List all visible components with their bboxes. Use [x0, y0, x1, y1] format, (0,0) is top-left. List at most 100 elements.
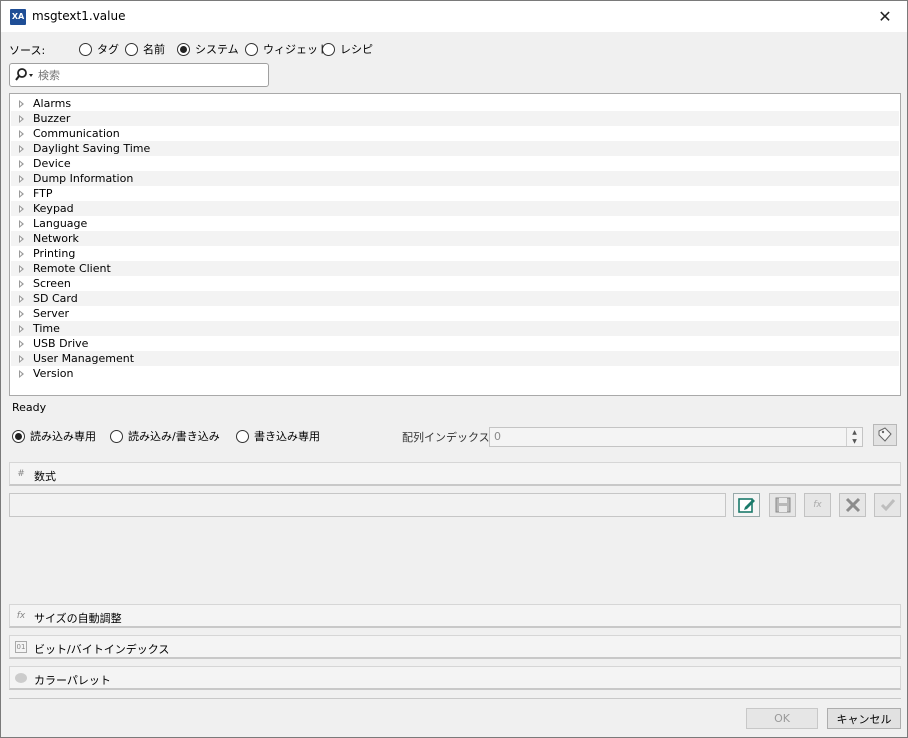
search-icon[interactable]	[14, 67, 36, 83]
expand-arrow-icon[interactable]	[19, 189, 24, 198]
tree-item[interactable]: Version	[11, 366, 899, 381]
tree-item[interactable]: User Management	[11, 351, 899, 366]
expand-arrow-icon[interactable]	[19, 234, 24, 243]
source-radio-name[interactable]: 名前	[125, 41, 165, 57]
expand-arrow-icon[interactable]	[19, 204, 24, 213]
tree-item[interactable]: Communication	[11, 126, 899, 141]
tree-item[interactable]: Remote Client	[11, 261, 899, 276]
access-radio-read-write[interactable]: 読み込み/書き込み	[110, 428, 220, 444]
tree-item[interactable]: Server	[11, 306, 899, 321]
edit-button[interactable]	[733, 493, 760, 517]
expand-arrow-icon[interactable]	[19, 249, 24, 258]
search-box[interactable]	[9, 63, 269, 87]
cancel-button[interactable]: キャンセル	[827, 708, 901, 729]
tree-item[interactable]: Keypad	[11, 201, 899, 216]
tree-item-label: User Management	[33, 352, 135, 365]
expand-arrow-icon[interactable]	[19, 354, 24, 363]
function-icon: fx	[813, 500, 822, 510]
tree-item[interactable]: Alarms	[11, 96, 899, 111]
apply-button[interactable]	[874, 493, 901, 517]
tree-item[interactable]: Network	[11, 231, 899, 246]
expand-arrow-icon[interactable]	[19, 279, 24, 288]
tree-item-label: Buzzer	[33, 112, 71, 125]
radio-dot-selected	[12, 429, 25, 443]
source-radio-tag[interactable]: タグ	[79, 41, 119, 57]
app-icon: XA	[10, 9, 26, 25]
tree-item[interactable]: Screen	[11, 276, 899, 291]
tree-item-label: Keypad	[33, 202, 74, 215]
title-bar: XA msgtext1.value ✕	[1, 1, 907, 32]
tree-item-label: Daylight Saving Time	[33, 142, 151, 155]
expand-arrow-icon[interactable]	[19, 159, 24, 168]
radio-dot-selected	[177, 42, 190, 56]
tree-item[interactable]: Daylight Saving Time	[11, 141, 899, 156]
radio-label: 名前	[143, 43, 165, 56]
expand-arrow-icon[interactable]	[19, 264, 24, 273]
search-input[interactable]	[38, 66, 264, 84]
close-button[interactable]: ✕	[863, 1, 907, 32]
tree-item-label: FTP	[33, 187, 53, 200]
access-mode-row: 読み込み専用 読み込み/書き込み 書き込み専用 配列インデックス: 0 ▲ ▼	[12, 424, 897, 447]
expand-arrow-icon[interactable]	[19, 174, 24, 183]
radio-label: システム	[195, 43, 239, 56]
spin-buttons[interactable]: ▲ ▼	[846, 428, 862, 446]
radio-label: ウィジェット	[263, 43, 329, 56]
tree-item[interactable]: FTP	[11, 186, 899, 201]
array-index-spinbox[interactable]: 0 ▲ ▼	[489, 427, 863, 447]
expand-arrow-icon[interactable]	[19, 99, 24, 108]
tree-item-label: Network	[33, 232, 79, 245]
tag-button[interactable]	[873, 424, 897, 446]
formula-input[interactable]	[9, 493, 726, 517]
color-palette-section-header[interactable]: カラーパレット	[9, 666, 901, 690]
tree-item[interactable]: Dump Information	[11, 171, 899, 186]
tree-item[interactable]: Language	[11, 216, 899, 231]
tree-item[interactable]: Buzzer	[11, 111, 899, 126]
expand-arrow-icon[interactable]	[19, 324, 24, 333]
source-radio-system[interactable]: システム	[177, 41, 239, 57]
access-radio-write-only[interactable]: 書き込み専用	[236, 428, 320, 444]
delete-icon	[845, 497, 860, 513]
array-index-label: 配列インデックス:	[402, 431, 494, 444]
radio-label: 読み込み/書き込み	[128, 430, 220, 443]
tree-item[interactable]: Printing	[11, 246, 899, 261]
tree-item[interactable]: SD Card	[11, 291, 899, 306]
window-title: msgtext1.value	[32, 9, 126, 23]
radio-dot	[125, 42, 138, 56]
palette-icon	[15, 673, 27, 683]
section-title: 数式	[34, 470, 56, 483]
access-radio-read-only[interactable]: 読み込み専用	[12, 428, 96, 444]
section-title: カラーパレット	[34, 674, 111, 687]
tree-item[interactable]: USB Drive	[11, 336, 899, 351]
spin-up-icon[interactable]: ▲	[847, 428, 862, 437]
bit-byte-index-section-header[interactable]: 01 ビット/バイトインデックス	[9, 635, 901, 659]
tree-item[interactable]: Time	[11, 321, 899, 336]
source-radio-widget[interactable]: ウィジェット	[245, 41, 329, 57]
expand-arrow-icon[interactable]	[19, 339, 24, 348]
tree-item[interactable]: Device	[11, 156, 899, 171]
expand-arrow-icon[interactable]	[19, 294, 24, 303]
spin-down-icon[interactable]: ▼	[847, 437, 862, 446]
expand-arrow-icon[interactable]	[19, 114, 24, 123]
function-icon: fx	[16, 611, 26, 621]
expand-arrow-icon[interactable]	[19, 309, 24, 318]
expand-arrow-icon[interactable]	[19, 219, 24, 228]
formula-section-header[interactable]: # 数式	[9, 462, 901, 486]
tree-item-label: Time	[33, 322, 60, 335]
function-button[interactable]: fx	[804, 493, 831, 517]
source-radio-recipe[interactable]: レシピ	[322, 41, 373, 57]
system-tag-tree[interactable]: Alarms Buzzer Communication Daylight Saving…	[9, 93, 901, 396]
tree-item-label: Device	[33, 157, 71, 170]
expand-arrow-icon[interactable]	[19, 369, 24, 378]
section-title: ビット/バイトインデックス	[34, 643, 170, 656]
autosize-section-header[interactable]: fx サイズの自動調整	[9, 604, 901, 628]
ok-button[interactable]: OK	[746, 708, 818, 729]
dialog-window: XA msgtext1.value ✕ ソース: タグ 名前 システム ウィジェ…	[0, 0, 908, 738]
expand-arrow-icon[interactable]	[19, 129, 24, 138]
save-button[interactable]	[769, 493, 796, 517]
radio-dot	[245, 42, 258, 56]
tree-item-label: Server	[33, 307, 70, 320]
expand-arrow-icon[interactable]	[19, 144, 24, 153]
delete-button[interactable]	[839, 493, 866, 517]
radio-dot	[79, 42, 92, 56]
radio-dot	[110, 429, 123, 443]
